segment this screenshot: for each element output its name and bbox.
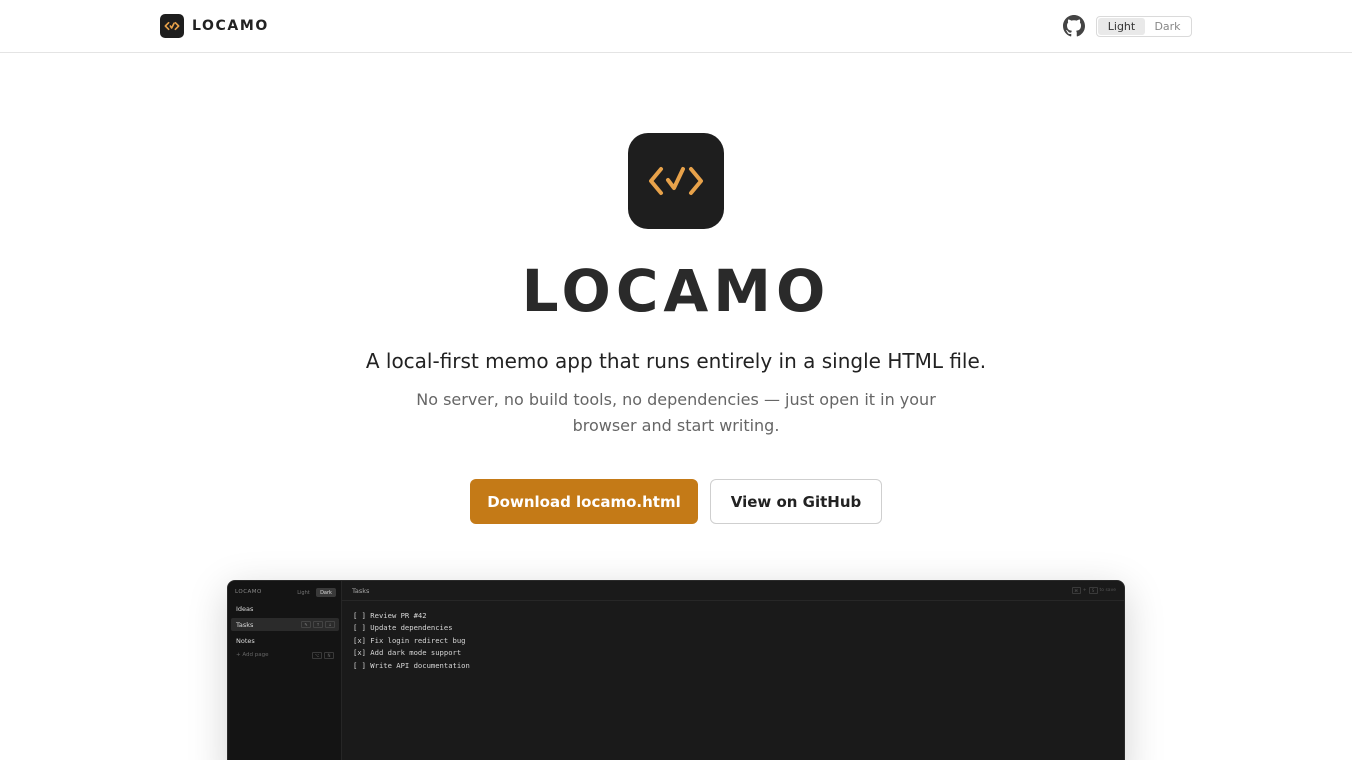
preview-page-actions: ✎ ↑ ↓	[299, 621, 335, 628]
preview-content: [ ] Review PR #42 [ ] Update dependencie…	[353, 610, 470, 672]
view-on-github-button[interactable]: View on GitHub	[710, 479, 882, 524]
preview-sidebar: LOCAMO Light Dark Ideas Tasks ✎ ↑ ↓ Note…	[228, 581, 342, 760]
preview-page-label: Ideas	[236, 604, 254, 613]
description: No server, no build tools, no dependenci…	[416, 390, 936, 435]
preview-hint-text: to save	[1099, 588, 1116, 593]
preview-line: [x] Fix login redirect bug	[353, 635, 466, 645]
preview-line: [x] Add dark mode support	[353, 648, 462, 658]
page-title: LOCAMO	[521, 257, 831, 325]
top-nav: LOCAMO Light Dark	[0, 0, 1352, 53]
preview-rename-icon: ✎	[301, 621, 311, 628]
preview-theme-toggle: Light Dark	[293, 588, 336, 597]
theme-toggle: Light Dark	[1096, 16, 1192, 37]
preview-cmd-key-icon: ⌥	[312, 652, 322, 659]
preview-add-page: + Add page	[236, 652, 269, 658]
app-preview: LOCAMO Light Dark Ideas Tasks ✎ ↑ ↓ Note…	[227, 580, 1125, 760]
preview-page-tasks: Tasks ✎ ↑ ↓	[231, 618, 339, 631]
preview-theme-dark: Dark	[316, 588, 336, 597]
brand[interactable]: LOCAMO	[160, 14, 269, 38]
preview-up-icon: ↑	[313, 621, 323, 628]
theme-light-button[interactable]: Light	[1098, 18, 1145, 35]
download-button[interactable]: Download locamo.html	[470, 479, 698, 524]
preview-theme-light: Light	[297, 589, 310, 596]
code-check-icon	[160, 14, 184, 38]
preview-page-label: Tasks	[236, 620, 254, 629]
theme-dark-button[interactable]: Dark	[1145, 18, 1190, 35]
preview-page-notes: Notes	[231, 634, 339, 647]
preview-line: [ ] Write API documentation	[353, 660, 470, 670]
preview-s-key-icon: S	[1088, 587, 1098, 594]
preview-cmd-key-icon: ⌘	[1071, 587, 1081, 594]
preview-line: [ ] Review PR #42	[353, 611, 427, 620]
preview-n-key-icon: N	[324, 652, 334, 659]
preview-page-label: Notes	[236, 636, 255, 645]
tagline: A local-first memo app that runs entirel…	[365, 349, 987, 373]
preview-brand: LOCAMO	[235, 589, 262, 595]
preview-save-hint: ⌘ + S to save	[1071, 587, 1116, 594]
github-icon[interactable]	[1063, 15, 1085, 37]
preview-page-ideas: Ideas	[231, 602, 339, 615]
preview-page-title: Tasks	[352, 587, 370, 595]
brand-name: LOCAMO	[192, 18, 269, 34]
preview-add-shortcut: ⌥ N	[312, 652, 336, 659]
preview-editor: Tasks ⌘ + S to save [ ] Review PR #42 [ ]…	[342, 581, 1124, 760]
preview-down-icon: ↓	[325, 621, 335, 628]
code-check-icon	[628, 133, 724, 229]
preview-line: [ ] Update dependencies	[353, 623, 453, 633]
preview-topbar: Tasks ⌘ + S to save	[342, 581, 1124, 601]
